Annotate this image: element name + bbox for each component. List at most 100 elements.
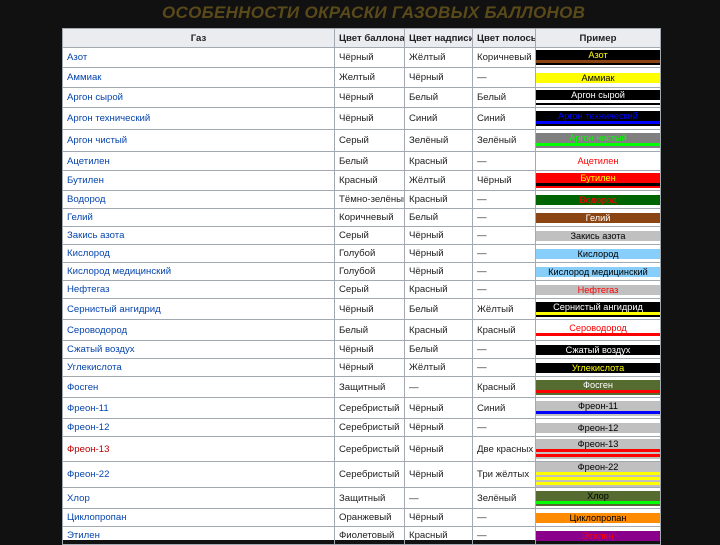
cylinder-color-cell: Чёрный	[334, 358, 405, 377]
gas-name-link[interactable]: Бутилен	[62, 170, 335, 191]
gas-name-link[interactable]: Сероводород	[62, 319, 335, 341]
table-row: Бутилен Красный Жёлтый Чёрный Бутилен	[62, 170, 661, 191]
gas-name-link[interactable]: Аммиак	[62, 67, 335, 88]
gas-name-link[interactable]: Закись азота	[62, 226, 335, 245]
table-row: Кислород медицинский Голубой Чёрный — Кислор…	[62, 262, 661, 281]
text-color-cell: Белый	[404, 208, 473, 227]
example-cell: Фреон-13	[535, 436, 661, 462]
gas-name-link[interactable]: Аргон чистый	[62, 129, 335, 152]
swatch-label: Аммиак	[581, 72, 615, 83]
example-cell: Углекислота	[535, 358, 661, 377]
header-stripe-color: Цвет полосы	[472, 28, 536, 48]
cylinder-color-swatch: Фреон-11	[536, 400, 660, 416]
gas-name-link[interactable]: Фреон-12	[62, 418, 335, 437]
text-color-cell: Зелёный	[404, 129, 473, 152]
cylinder-color-swatch: Циклопропан	[536, 512, 660, 523]
gas-name-link[interactable]: Кислород медицинский	[62, 262, 335, 281]
example-cell: Аргон технический	[535, 107, 661, 130]
gas-name-link[interactable]: Азот	[62, 47, 335, 68]
stripe-color-cell: —	[472, 418, 536, 437]
cylinder-color-cell: Серый	[334, 129, 405, 152]
gas-name-link[interactable]: Аргон сырой	[62, 87, 335, 108]
stripe-color-cell: —	[472, 244, 536, 263]
text-color-cell: Чёрный	[404, 262, 473, 281]
stripe-gap	[537, 315, 660, 317]
gas-name-link[interactable]: Ацетилен	[62, 151, 335, 171]
swatch-label: Аргон сырой	[571, 90, 625, 100]
gas-name-link[interactable]: Фосген	[62, 376, 335, 398]
gas-name-link[interactable]: Нефтегаз	[62, 280, 335, 299]
stripe-color-cell: Синий	[472, 107, 536, 130]
example-cell: Хлор	[535, 487, 661, 509]
cylinder-color-cell: Чёрный	[334, 340, 405, 359]
cylinder-color-cell: Белый	[334, 319, 405, 341]
swatch-label: Фосген	[582, 379, 614, 390]
gas-cylinder-table-container: Газ Цвет баллона Цвет надписи Цвет полос…	[62, 28, 661, 545]
gas-name-link[interactable]: Хлор	[62, 487, 335, 509]
stripe-color-cell: Зелёный	[472, 129, 536, 152]
table-row: Фреон-11 Серебристый Чёрный Синий Фреон-11	[62, 397, 661, 419]
cylinder-color-swatch: Фреон-12	[536, 422, 660, 433]
swatch-label: Гелий	[585, 212, 611, 223]
table-row: Фреон-13 Серебристый Чёрный Две красных Фрео…	[62, 436, 661, 462]
stripe-color-cell: —	[472, 340, 536, 359]
cylinder-color-cell: Желтый	[334, 67, 405, 88]
example-cell: Бутилен	[535, 170, 661, 191]
example-cell: Закись азота	[535, 226, 661, 245]
gas-name-link[interactable]: Аргон технический	[62, 107, 335, 130]
table-row: Водород Тёмно-зелёный Красный — Водород	[62, 190, 661, 209]
header-gas: Газ	[62, 28, 335, 48]
cylinder-color-swatch: Аммиак	[536, 72, 660, 83]
gas-name-link[interactable]: Фреон-11	[62, 397, 335, 419]
gas-name-link[interactable]: Углекислота	[62, 358, 335, 377]
stripe-gap	[537, 457, 660, 459]
table-row: Ацетилен Белый Красный — Ацетилен	[62, 151, 661, 171]
text-color-cell: —	[404, 376, 473, 398]
cylinder-color-swatch: Кислород	[536, 248, 660, 259]
cylinder-color-swatch: Хлор	[536, 490, 660, 506]
text-color-cell: Красный	[404, 280, 473, 299]
cylinder-color-cell: Белый	[334, 151, 405, 171]
gas-name-link[interactable]: Сжатый воздух	[62, 340, 335, 359]
cylinder-color-swatch: Ацетилен	[536, 156, 660, 166]
cylinder-color-cell: Коричневый	[334, 208, 405, 227]
cylinder-color-swatch: Сжатый воздух	[536, 344, 660, 355]
swatch-label: Фреон-11	[578, 400, 618, 411]
stripe-color-cell: —	[472, 151, 536, 171]
example-cell: Фреон-11	[535, 397, 661, 419]
cylinder-color-cell: Голубой	[334, 262, 405, 281]
gas-name-link[interactable]: Фреон-22	[62, 461, 335, 488]
cylinder-color-cell: Чёрный	[334, 47, 405, 68]
cylinder-color-swatch: Водород	[536, 194, 660, 205]
swatch-label: Аргон технический	[558, 111, 638, 121]
stripe-color-cell: Жёлтый	[472, 298, 536, 320]
cylinder-color-cell: Оранжевый	[334, 508, 405, 527]
text-color-cell: Жёлтый	[404, 47, 473, 68]
gas-name-link[interactable]: Фреон-13	[62, 436, 335, 462]
example-cell: Сероводород	[535, 319, 661, 341]
swatch-label: Кислород медицинский	[548, 266, 648, 277]
gas-name-link[interactable]: Циклопропан	[62, 508, 335, 527]
text-color-cell: Белый	[404, 298, 473, 320]
swatch-label: Углекислота	[571, 362, 625, 373]
cylinder-color-swatch: Аргон технический	[536, 111, 660, 126]
cylinder-color-cell: Серебристый	[334, 461, 405, 488]
cylinder-color-cell: Защитный	[334, 487, 405, 509]
gas-name-link[interactable]: Этилен	[62, 526, 335, 545]
cylinder-color-swatch: Фосген	[536, 379, 660, 395]
stripe-gap	[537, 336, 660, 338]
gas-name-link[interactable]: Водород	[62, 190, 335, 209]
table-row: Фреон-12 Серебристый Чёрный — Фреон-12	[62, 418, 661, 437]
gas-name-link[interactable]: Кислород	[62, 244, 335, 263]
text-color-cell: Чёрный	[404, 461, 473, 488]
swatch-label: Аргон чистый	[569, 133, 627, 143]
example-cell: Этилен	[535, 526, 661, 545]
gas-cylinder-color-table: Газ Цвет баллона Цвет надписи Цвет полос…	[62, 28, 661, 545]
gas-name-link[interactable]: Гелий	[62, 208, 335, 227]
stripe-color-cell: —	[472, 226, 536, 245]
stripe-gap	[537, 63, 660, 65]
swatch-label: Этилен	[582, 530, 614, 541]
gas-name-link[interactable]: Сернистый ангидрид	[62, 298, 335, 320]
stripe-color-cell: Зелёный	[472, 487, 536, 509]
swatch-label: Фреон-12	[577, 422, 619, 433]
